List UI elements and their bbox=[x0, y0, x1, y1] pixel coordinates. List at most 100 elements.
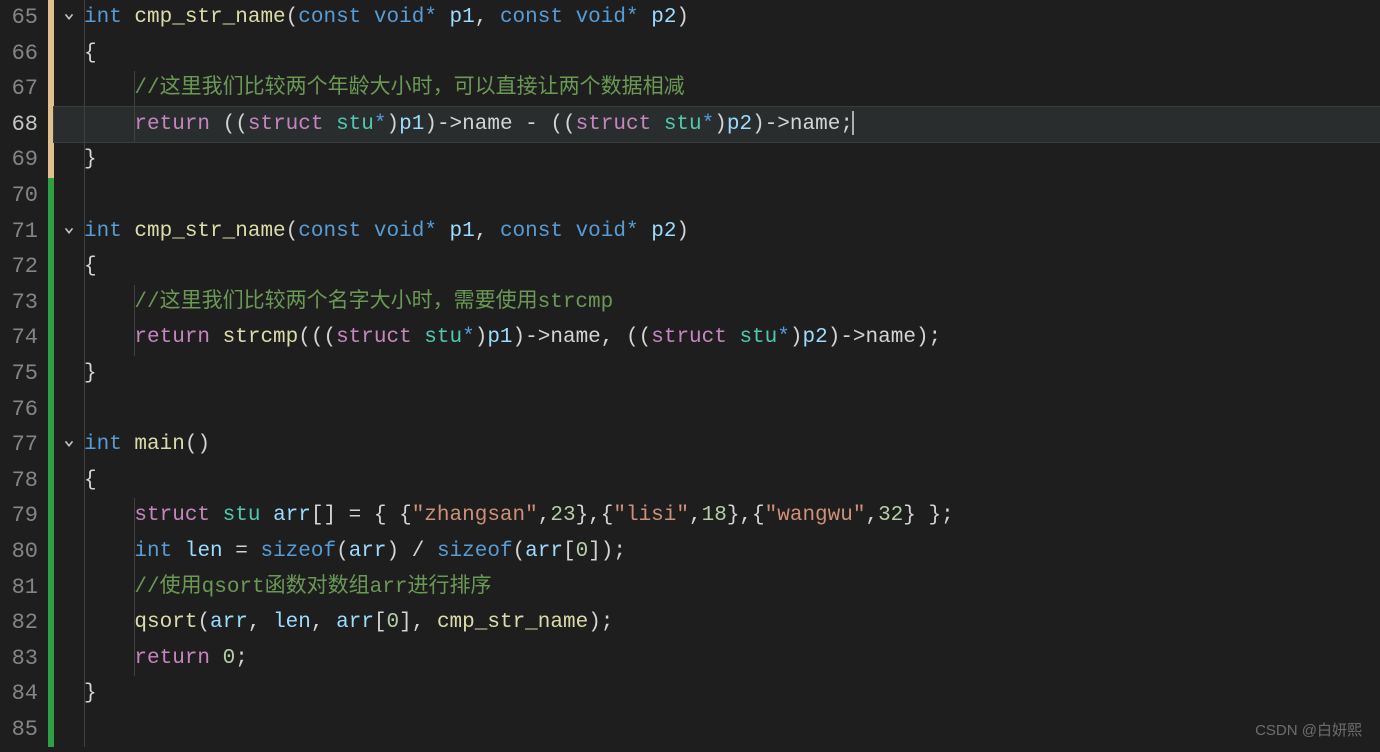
code-token: name bbox=[550, 326, 600, 349]
code-token: 32 bbox=[878, 504, 903, 527]
code-token: * bbox=[626, 6, 639, 29]
code-token: } bbox=[84, 148, 97, 171]
code-token: int bbox=[84, 6, 134, 29]
code-token: arr bbox=[273, 504, 311, 527]
code-token: ( bbox=[336, 540, 349, 563]
code-token: const bbox=[298, 220, 374, 243]
code-token: * bbox=[424, 220, 437, 243]
code-line[interactable]: //这里我们比较两个年龄大小时，可以直接让两个数据相减 bbox=[54, 71, 1380, 107]
code-token: ) bbox=[676, 220, 689, 243]
code-line[interactable] bbox=[54, 392, 1380, 428]
code-line[interactable]: } bbox=[54, 356, 1380, 392]
code-token: { bbox=[84, 469, 97, 492]
code-token: int bbox=[84, 220, 134, 243]
code-token: sizeof bbox=[260, 540, 336, 563]
code-token: 18 bbox=[702, 504, 727, 527]
code-line[interactable]: return ((struct stu*)p1)->name - ((struc… bbox=[54, 107, 1380, 143]
code-line[interactable] bbox=[54, 712, 1380, 748]
code-line[interactable]: } bbox=[54, 142, 1380, 178]
code-token: qsort bbox=[134, 611, 197, 634]
line-number: 85 bbox=[0, 712, 38, 748]
code-line[interactable]: int main() bbox=[54, 427, 1380, 463]
line-number: 69 bbox=[0, 142, 38, 178]
code-line[interactable]: int cmp_str_name(const void* p1, const v… bbox=[54, 0, 1380, 36]
code-line[interactable] bbox=[54, 178, 1380, 214]
line-number: 75 bbox=[0, 356, 38, 392]
code-token: //这里我们比较两个名字大小时，需要使用strcmp bbox=[134, 291, 613, 314]
code-line[interactable]: int cmp_str_name(const void* p1, const v… bbox=[54, 214, 1380, 250]
code-token: void bbox=[374, 220, 424, 243]
line-number: 73 bbox=[0, 285, 38, 321]
code-line[interactable]: struct stu arr[] = { {"zhangsan",23},{"l… bbox=[54, 498, 1380, 534]
code-token: int bbox=[84, 433, 134, 456]
code-token: * bbox=[374, 113, 387, 136]
text-cursor bbox=[852, 111, 854, 135]
code-line[interactable]: qsort(arr, len, arr[0], cmp_str_name); bbox=[54, 605, 1380, 641]
code-token: - bbox=[525, 113, 550, 136]
code-token: stu bbox=[739, 326, 777, 349]
line-number: 84 bbox=[0, 676, 38, 712]
code-token: struct bbox=[336, 326, 424, 349]
code-token: len bbox=[273, 611, 311, 634]
code-token: return bbox=[134, 647, 222, 670]
code-token: [] = { { bbox=[311, 504, 412, 527]
code-token: -> bbox=[765, 113, 790, 136]
code-token: p1 bbox=[437, 220, 475, 243]
code-token: struct bbox=[134, 504, 222, 527]
code-token: * bbox=[424, 6, 437, 29]
code-token: ; bbox=[235, 647, 248, 670]
code-token: "lisi" bbox=[613, 504, 689, 527]
code-token: stu bbox=[336, 113, 374, 136]
code-token: arr bbox=[525, 540, 563, 563]
fold-chevron-icon[interactable] bbox=[62, 437, 76, 451]
code-line[interactable]: return strcmp(((struct stu*)p1)->name, (… bbox=[54, 320, 1380, 356]
line-number: 68 bbox=[0, 107, 38, 143]
code-token: ( bbox=[286, 6, 299, 29]
code-token: "wangwu" bbox=[765, 504, 866, 527]
code-token: struct bbox=[576, 113, 664, 136]
code-token: (( bbox=[626, 326, 651, 349]
code-token: //这里我们比较两个年龄大小时，可以直接让两个数据相减 bbox=[134, 77, 684, 100]
code-line[interactable]: //使用qsort函数对数组arr进行排序 bbox=[54, 570, 1380, 606]
code-token: [ bbox=[563, 540, 576, 563]
code-token: struct bbox=[651, 326, 739, 349]
code-token: stu bbox=[424, 326, 462, 349]
code-token: , bbox=[601, 326, 626, 349]
fold-chevron-icon[interactable] bbox=[62, 224, 76, 238]
code-line[interactable]: { bbox=[54, 36, 1380, 72]
code-token: ( bbox=[513, 540, 526, 563]
code-line[interactable]: return 0; bbox=[54, 641, 1380, 677]
code-line[interactable]: { bbox=[54, 463, 1380, 499]
code-token: len bbox=[185, 540, 223, 563]
code-token: return bbox=[134, 113, 222, 136]
fold-chevron-icon[interactable] bbox=[62, 10, 76, 24]
code-token: strcmp bbox=[223, 326, 299, 349]
code-area[interactable]: int cmp_str_name(const void* p1, const v… bbox=[54, 0, 1380, 752]
code-line[interactable]: } bbox=[54, 676, 1380, 712]
code-token: },{ bbox=[576, 504, 614, 527]
code-token: -> bbox=[437, 113, 462, 136]
code-token: ( bbox=[197, 611, 210, 634]
code-token: arr bbox=[349, 540, 387, 563]
code-token: //使用qsort函数对数组arr进行排序 bbox=[134, 576, 491, 599]
watermark: CSDN @白妍熙 bbox=[1255, 719, 1362, 740]
code-token: ) bbox=[513, 326, 526, 349]
code-token: cmp_str_name bbox=[134, 6, 285, 29]
code-token: cmp_str_name bbox=[134, 220, 285, 243]
code-editor[interactable]: 6566676869707172737475767778798081828384… bbox=[0, 0, 1380, 752]
code-line[interactable]: int len = sizeof(arr) / sizeof(arr[0]); bbox=[54, 534, 1380, 570]
code-token: "zhangsan" bbox=[412, 504, 538, 527]
code-token: * bbox=[626, 220, 639, 243]
code-token: ]); bbox=[588, 540, 626, 563]
line-number: 65 bbox=[0, 0, 38, 36]
code-token: , bbox=[311, 611, 336, 634]
code-token: * bbox=[777, 326, 790, 349]
code-line[interactable]: { bbox=[54, 249, 1380, 285]
code-token: 0 bbox=[576, 540, 589, 563]
code-token: , bbox=[865, 504, 878, 527]
code-token: const bbox=[298, 6, 374, 29]
code-token: * bbox=[462, 326, 475, 349]
line-number: 78 bbox=[0, 463, 38, 499]
code-token: ( bbox=[286, 220, 299, 243]
code-line[interactable]: //这里我们比较两个名字大小时，需要使用strcmp bbox=[54, 285, 1380, 321]
